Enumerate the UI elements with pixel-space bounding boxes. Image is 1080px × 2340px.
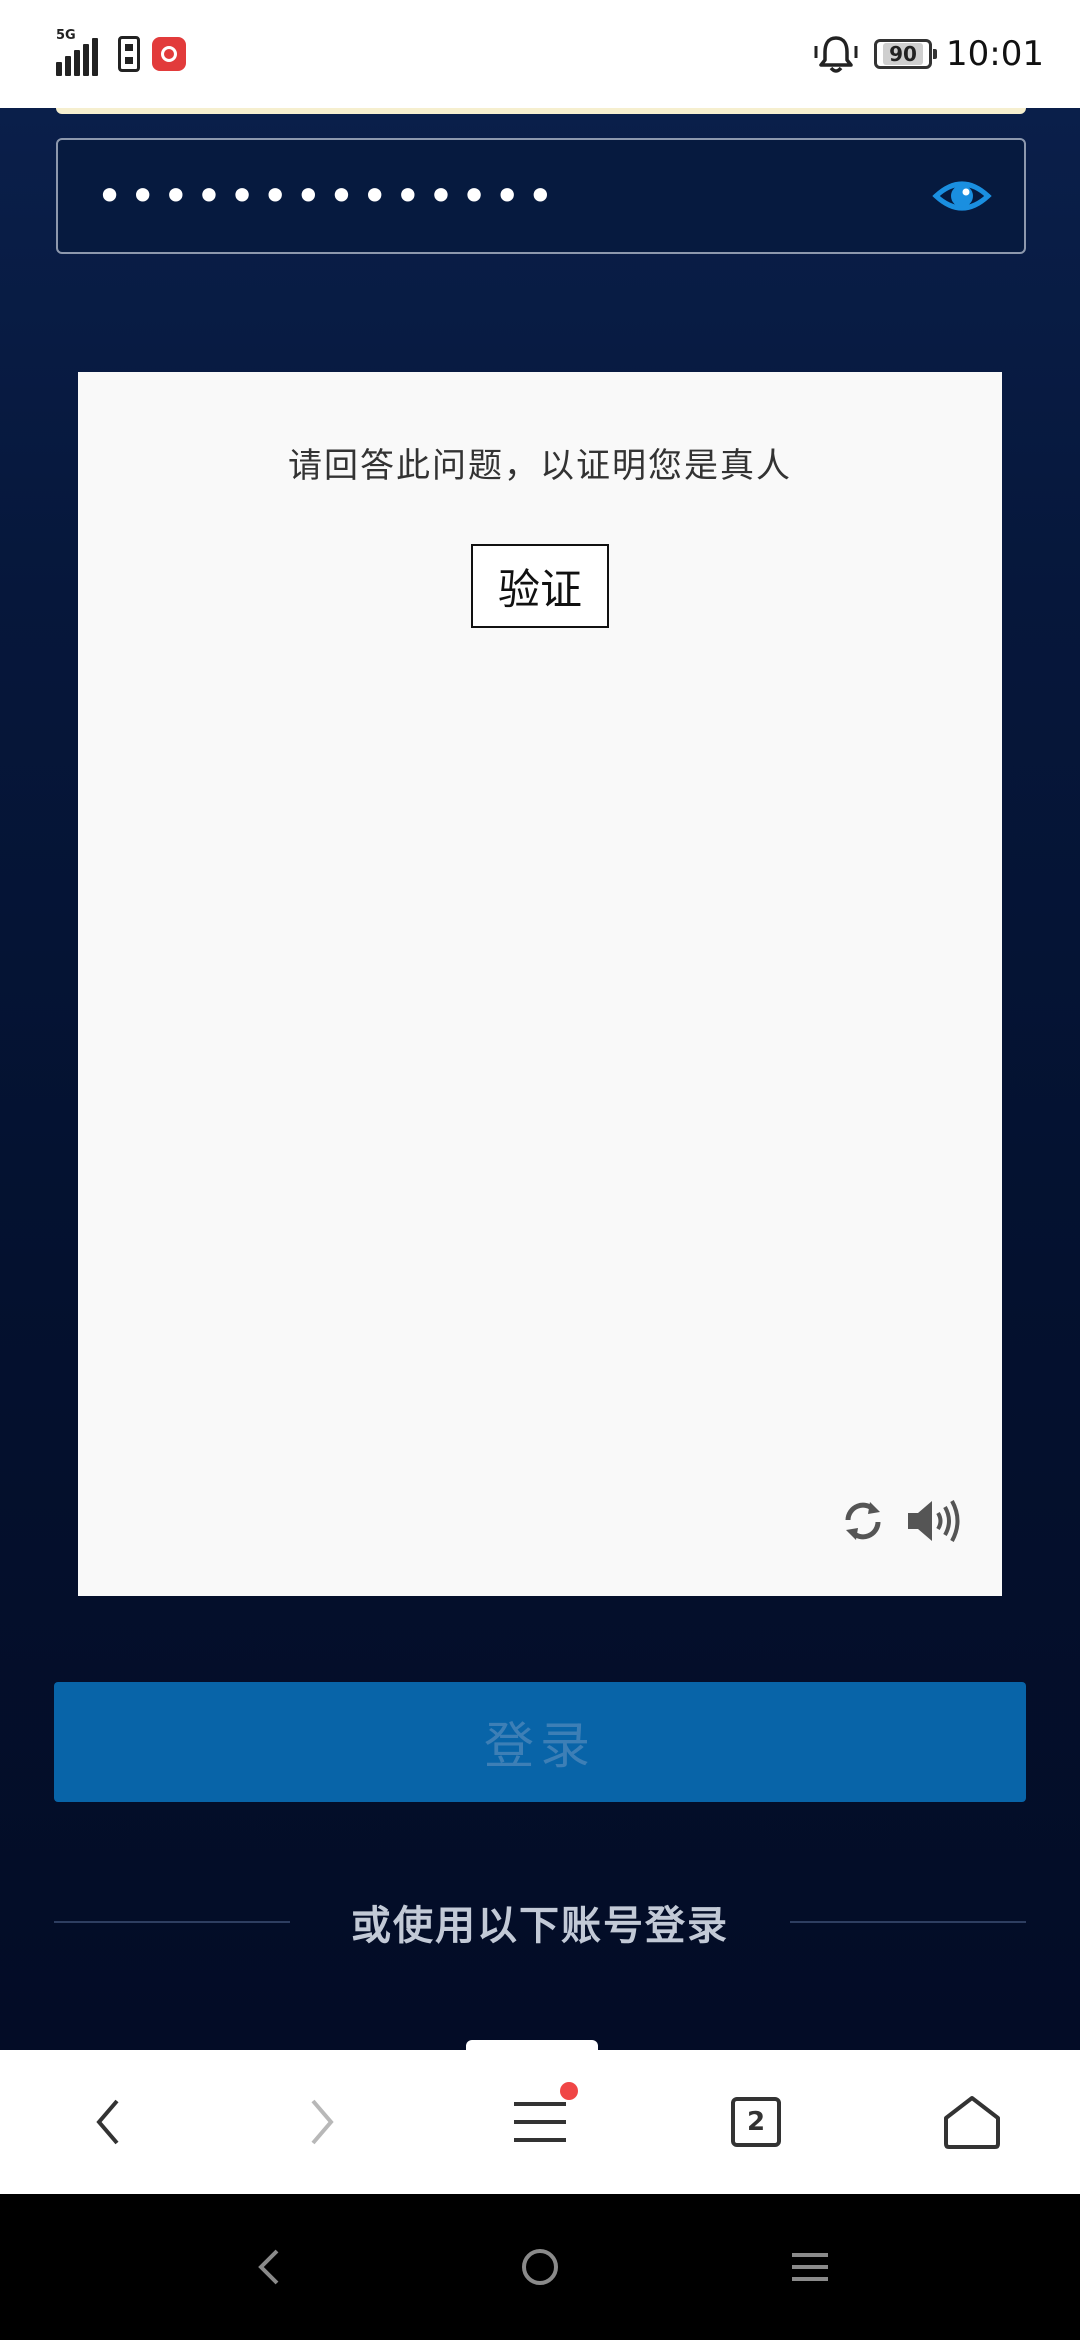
chevron-left-icon (96, 2099, 119, 2145)
captcha-panel: 请回答此问题，以证明您是真人 验证 (78, 372, 1002, 1596)
network-type: 5G (56, 28, 76, 43)
status-left: 5G (56, 28, 186, 78)
password-input[interactable] (58, 168, 932, 224)
bell-vibrate-icon (814, 36, 858, 73)
back-triangle-icon (258, 2249, 279, 2285)
divider-line-left (54, 1921, 290, 1923)
recents-menu-icon (792, 2253, 828, 2281)
divider-line-right (790, 1921, 1026, 1923)
alt-login-label: 或使用以下账号登录 (351, 1903, 729, 1949)
menu-icon (514, 2102, 566, 2142)
home-circle-icon (522, 2249, 558, 2285)
home-icon (944, 2096, 1000, 2149)
system-recents-button[interactable] (775, 2232, 845, 2302)
signal-icon: 5G (56, 28, 106, 76)
battery-level: 90 (883, 43, 923, 65)
previous-field-edge (56, 108, 1026, 114)
notification-badge (560, 2082, 578, 2100)
system-back-button[interactable] (234, 2232, 304, 2302)
sim-icon (118, 36, 140, 72)
refresh-icon[interactable] (840, 1498, 886, 1544)
home-button[interactable] (922, 2072, 1022, 2172)
tab-count: 2 (746, 2107, 766, 2137)
music-app-icon (152, 37, 186, 71)
forward-button[interactable] (272, 2072, 372, 2172)
battery-icon: 90 (874, 39, 938, 69)
login-page: 请回答此问题，以证明您是真人 验证 登录 或使用以下账号登录 (0, 108, 1080, 2054)
clock: 10:01 (946, 34, 1044, 74)
system-home-button[interactable] (505, 2232, 575, 2302)
audio-icon[interactable] (906, 1496, 962, 1546)
login-button[interactable]: 登录 (54, 1682, 1026, 1802)
status-bar: 5G 90 10:01 (0, 0, 1080, 108)
system-nav-bar (0, 2194, 1080, 2340)
password-field[interactable] (56, 138, 1026, 254)
tabs-icon: 2 (731, 2097, 781, 2147)
tabs-button[interactable]: 2 (706, 2072, 806, 2172)
chevron-right-icon (311, 2099, 334, 2145)
captcha-prompt: 请回答此问题，以证明您是真人 (288, 446, 792, 486)
status-right: 90 10:01 (812, 28, 1044, 80)
alt-login-divider: 或使用以下账号登录 (54, 1892, 1026, 1952)
show-password-eye-icon[interactable] (932, 166, 992, 226)
back-button[interactable] (58, 2072, 158, 2172)
browser-toolbar: 2 (0, 2050, 1080, 2194)
menu-button[interactable] (490, 2072, 590, 2172)
verify-button[interactable]: 验证 (471, 544, 609, 628)
